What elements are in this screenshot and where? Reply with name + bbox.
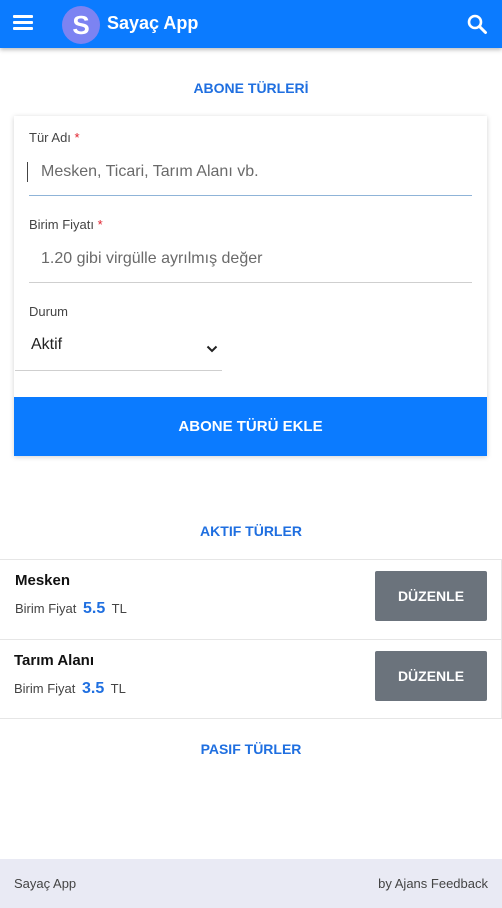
search-icon[interactable] [466,13,488,35]
edit-button[interactable]: DÜZENLE [375,571,487,621]
type-name: Mesken [15,572,71,589]
app-title: Sayaç App [107,13,199,33]
type-name-input[interactable] [29,154,472,190]
unit-price-input[interactable] [29,241,472,277]
footer: Sayaç App by Ajans Feedback [0,859,502,908]
type-name: Tarım Alanı [14,652,95,669]
type-name-label: Tür Adı * [29,130,80,145]
status-selected-value: Aktif [31,336,63,353]
unit-price: Birim Fiyat 3.5 TL [14,680,126,697]
list-item: Mesken Birim Fiyat 5.5 TL DÜZENLE [0,559,502,639]
hamburger-menu-icon[interactable] [13,14,33,32]
footer-credit: by Ajans Feedback [378,876,488,891]
text-cursor [27,162,28,182]
unit-price-underline [29,282,472,283]
status-label: Durum [29,304,69,319]
unit-price-label: Birim Fiyatı * [29,217,103,232]
footer-app-name: Sayaç App [14,876,77,891]
passive-types-heading[interactable]: PASIF TÜRLER [0,741,502,757]
list-item: Tarım Alanı Birim Fiyat 3.5 TL DÜZENLE [0,639,502,719]
edit-button[interactable]: DÜZENLE [375,651,487,701]
status-select[interactable]: Aktif [15,326,222,366]
chevron-down-icon [206,340,218,358]
app-logo: S [62,6,100,44]
active-types-heading: AKTIF TÜRLER [200,523,302,539]
add-subscriber-type-button[interactable]: ABONE TÜRÜ EKLE [14,397,487,456]
unit-price: Birim Fiyat 5.5 TL [15,600,127,617]
status-underline [15,370,222,371]
app-bar: S Sayaç App [0,0,502,48]
subscriber-types-heading: ABONE TÜRLERİ [193,80,309,96]
type-name-underline [29,195,472,196]
